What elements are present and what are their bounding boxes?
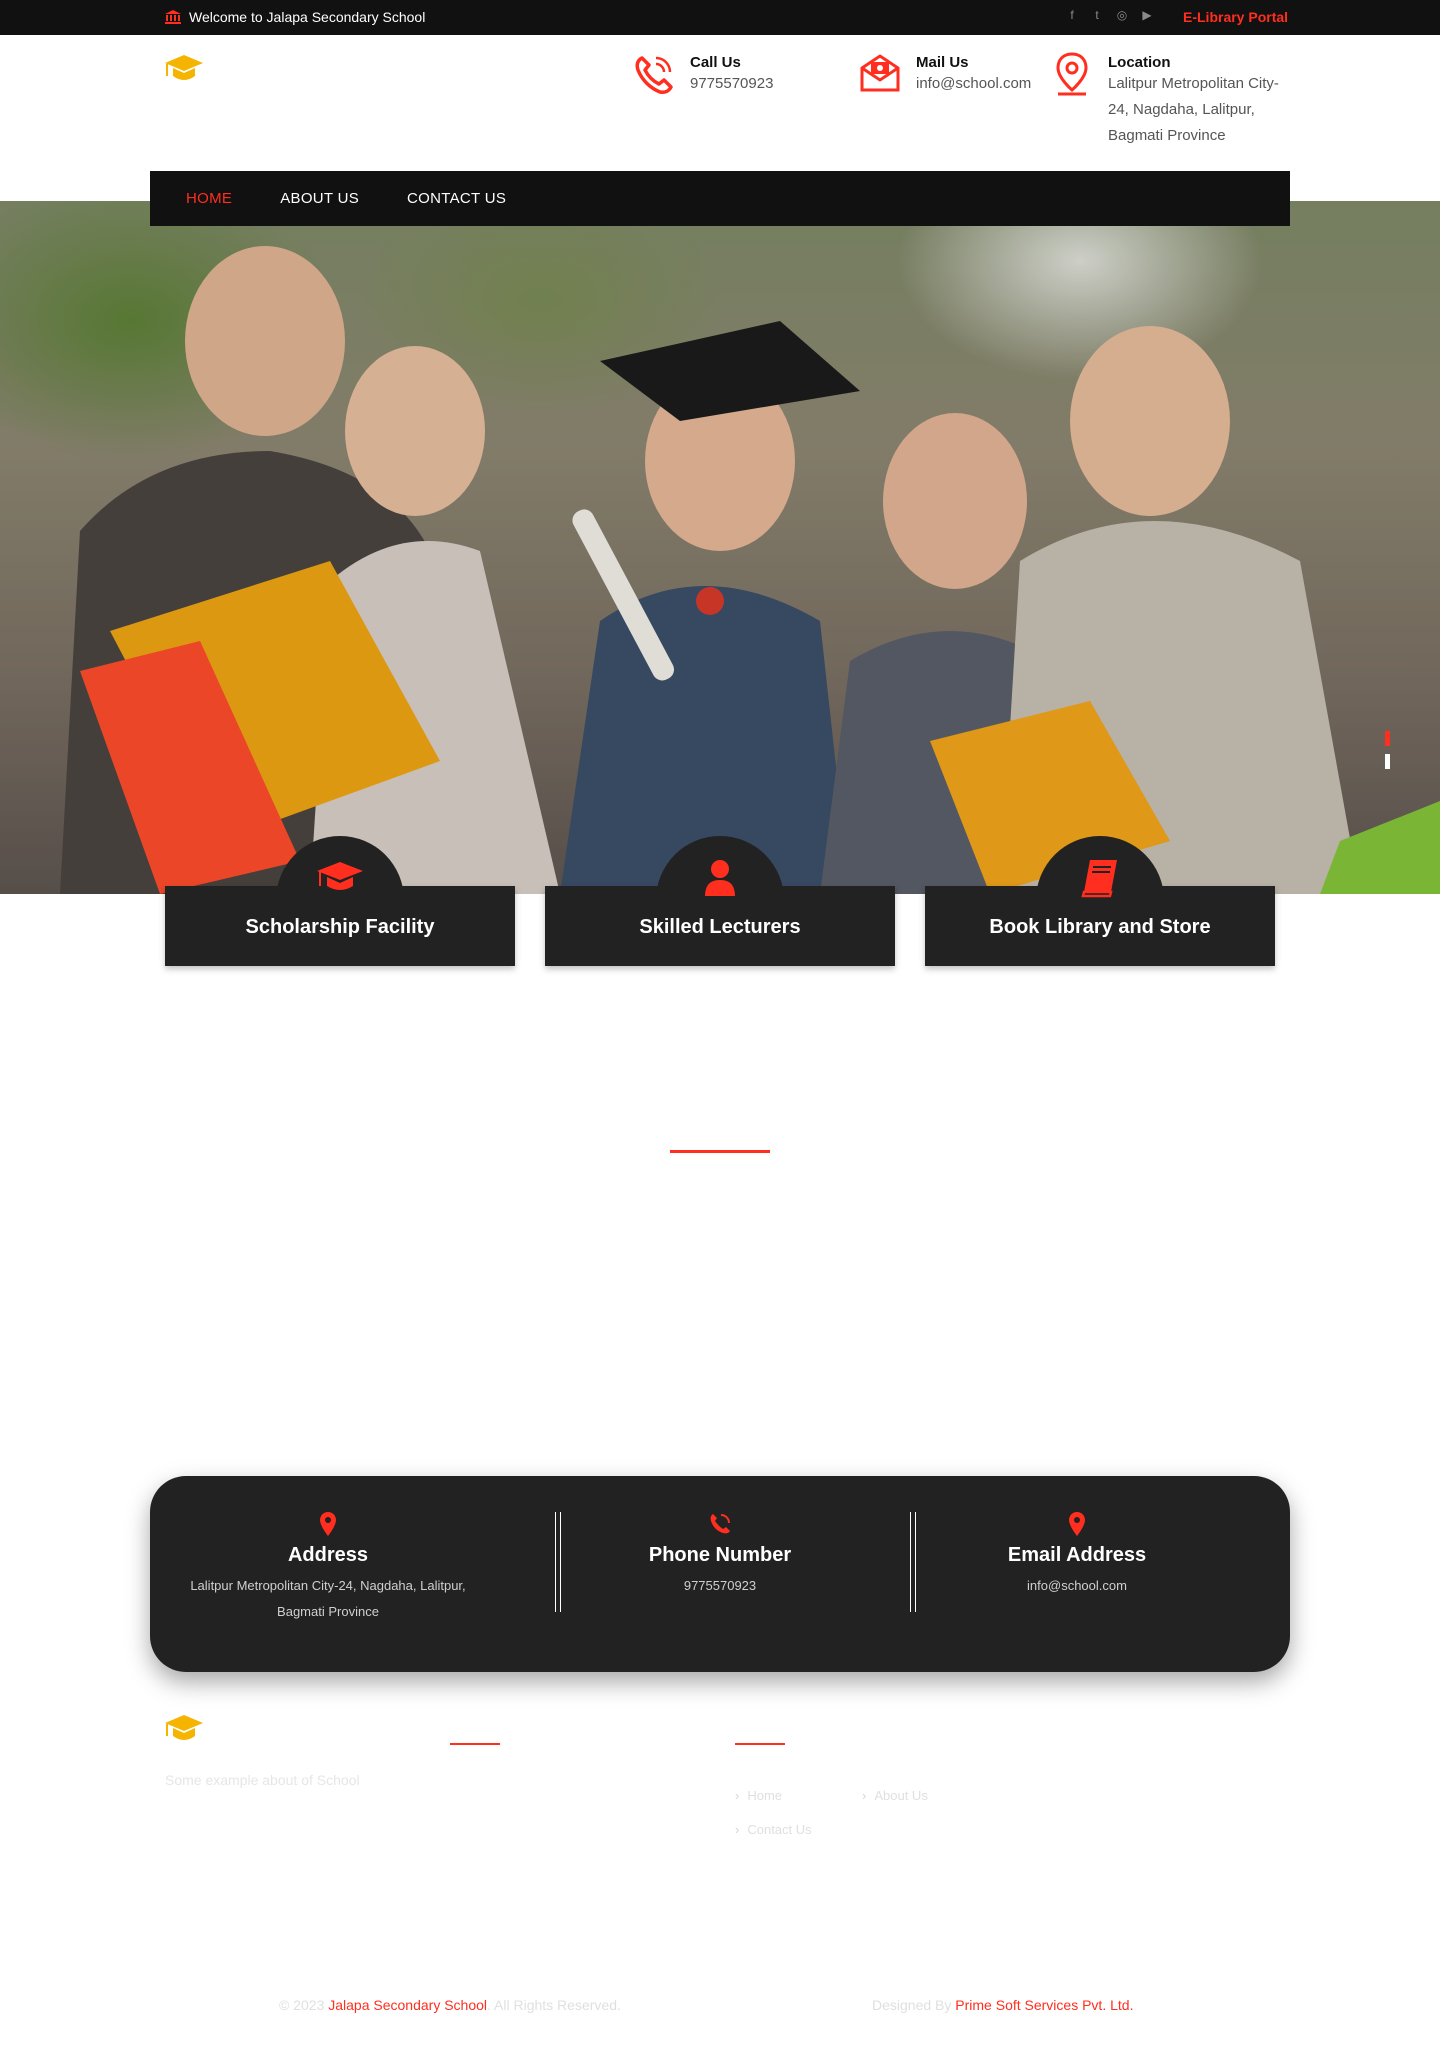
copyright: © 2023 Jalapa Secondary School. All Righ… [279, 1997, 621, 2013]
email-title: Email Address [1007, 1544, 1147, 1566]
feature-icon-bubble [1036, 836, 1164, 964]
welcome-message: Welcome to Jalapa Secondary School [165, 9, 425, 25]
call-us-block: Call Us 9775570923 [632, 52, 773, 97]
call-us-number: 9775570923 [690, 75, 774, 92]
copyright-prefix: © 2023 [279, 1997, 325, 2013]
phone-text: 9775570923 [683, 1578, 757, 1593]
mail-icon [860, 54, 900, 92]
nav-about-us[interactable]: ABOUT US [280, 190, 359, 207]
designed-by-prefix: Designed By [872, 1997, 952, 2013]
feature-icon-bubble [276, 836, 404, 964]
top-bar: Welcome to Jalapa Secondary School f t ◎… [0, 0, 1440, 35]
footer-heading-divider [450, 1743, 500, 1745]
feature-title: Scholarship Facility [245, 916, 435, 938]
contact-strip: Address Lalitpur Metropolitan City-24, N… [150, 1476, 1290, 1672]
feature-card-scholarship: Scholarship Facility [165, 836, 515, 966]
hero-slider [0, 201, 1440, 894]
slider-dots [1385, 731, 1390, 769]
twitter-icon[interactable]: t [1090, 8, 1104, 22]
contact-phone: Phone Number 9775570923 [542, 1512, 898, 1599]
address-text: Lalitpur Metropolitan City-24, Nagdaha, … [190, 1578, 466, 1619]
welcome-text: Welcome to Jalapa Secondary School [189, 9, 426, 25]
address-title: Address [287, 1544, 369, 1566]
feature-title: Book Library and Store [989, 916, 1211, 938]
copyright-school-link[interactable]: Jalapa Secondary School [328, 1997, 487, 2013]
facebook-icon[interactable]: f [1065, 8, 1079, 22]
nav-home[interactable]: HOME [186, 190, 232, 207]
graduation-cap-icon [317, 862, 363, 890]
footer-logo-icon[interactable] [163, 1712, 205, 1746]
feature-icon-bubble [656, 836, 784, 964]
location-line-3: Bagmati Province [1108, 127, 1226, 144]
map-marker-icon [1069, 1512, 1085, 1536]
location-line-1: Lalitpur Metropolitan City- [1108, 75, 1279, 92]
main-nav: HOME ABOUT US CONTACT US [150, 171, 1290, 226]
location-line-2: 24, Nagdaha, Lalitpur, [1108, 101, 1255, 118]
footer-link-home[interactable]: Home [735, 1788, 782, 1803]
user-icon [705, 860, 735, 896]
elibrary-portal-link[interactable]: E-Library Portal [1183, 9, 1288, 25]
feature-card-library: Book Library and Store [925, 836, 1275, 966]
contact-email: Email Address info@school.com [899, 1512, 1255, 1599]
social-links: f t ◎ ▶ [1065, 8, 1154, 22]
footer-link-about-us[interactable]: About Us [862, 1788, 927, 1803]
call-us-label: Call Us [690, 54, 741, 71]
email-text: info@school.com [1027, 1578, 1127, 1593]
mail-us-email: info@school.com [916, 75, 1032, 92]
institution-icon [165, 10, 181, 24]
designed-by: Designed By Prime Soft Services Pvt. Ltd… [872, 1997, 1133, 2013]
mail-us-label: Mail Us [916, 54, 969, 71]
contact-address: Address Lalitpur Metropolitan City-24, N… [150, 1512, 506, 1625]
location-block: Location Lalitpur Metropolitan City- 24,… [1050, 52, 1279, 149]
phone-icon [710, 1514, 730, 1534]
mail-us-block: Mail Us info@school.com [858, 52, 1031, 97]
phone-title: Phone Number [648, 1544, 792, 1566]
phone-icon [635, 56, 673, 94]
book-icon [1081, 860, 1117, 898]
footer-about-text: Some example about of School [165, 1772, 360, 1788]
instagram-icon[interactable]: ◎ [1115, 8, 1129, 22]
section-divider [670, 1150, 770, 1153]
map-pin-icon [1056, 52, 1088, 96]
slider-dot-2[interactable] [1385, 754, 1390, 769]
youtube-icon[interactable]: ▶ [1140, 8, 1154, 22]
map-marker-icon [320, 1512, 336, 1536]
location-label: Location [1108, 54, 1171, 71]
designer-link[interactable]: Prime Soft Services Pvt. Ltd. [955, 1997, 1133, 2013]
copyright-suffix: . All Rights Reserved. [487, 1997, 621, 2013]
school-logo-icon[interactable] [163, 52, 205, 86]
nav-contact-us[interactable]: CONTACT US [407, 190, 506, 207]
footer-link-contact-us[interactable]: Contact Us [735, 1822, 811, 1837]
feature-title: Skilled Lecturers [639, 916, 801, 938]
footer-heading-divider [735, 1743, 785, 1745]
feature-card-lecturers: Skilled Lecturers [545, 836, 895, 966]
slider-dot-1[interactable] [1385, 731, 1390, 746]
